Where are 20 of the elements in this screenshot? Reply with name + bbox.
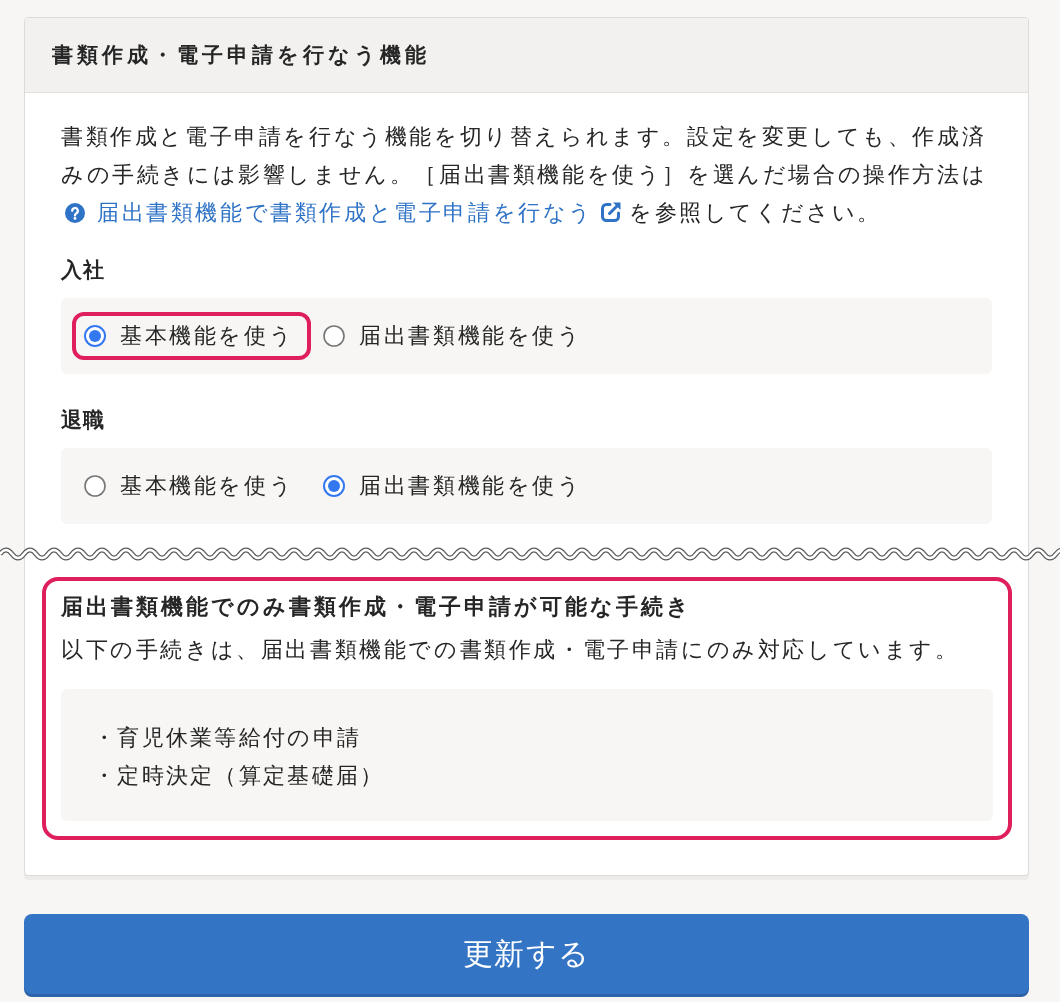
help-icon [65, 203, 85, 223]
section-title: 書類作成・電子申請を行なう機能 [52, 42, 430, 69]
radio-icon[interactable] [84, 325, 106, 347]
description-text: 書類作成と電子申請を行なう機能を切り替えられます。設定を変更しても、作成済みの手続きには影響しません。［届出書類機能を使う］を選んだ場合の操作方法は 届出書類機能で書類作成と電子申請を行なう を参照してください。 [61, 123, 989, 227]
procedure-item: ・育児休業等給付の申請 [93, 724, 363, 752]
radio-icon[interactable] [84, 475, 106, 497]
notice-title: 届出書類機能でのみ書類作成・電子申請が可能な手続き [61, 593, 693, 621]
procedure-item: ・定時決定（算定基礎届） [93, 762, 386, 790]
radio-icon[interactable] [323, 325, 346, 347]
external-link-icon [600, 201, 622, 223]
radio-option[interactable]: 届出書類機能を使う [323, 321, 583, 351]
notice-text: 以下の手続きは、届出書類機能での書類作成・電子申請にのみ対応しています。 [61, 636, 961, 664]
setting-label: 退職 [61, 407, 106, 434]
setting-label: 入社 [61, 257, 106, 284]
radio-option[interactable]: 基本機能を使う [84, 321, 295, 351]
radio-option[interactable]: 基本機能を使う [84, 471, 295, 501]
radio-option[interactable]: 届出書類機能を使う [323, 471, 583, 501]
update-button[interactable]: 更新する [24, 914, 1029, 994]
help-link[interactable]: 届出書類機能で書類作成と電子申請を行なう [61, 200, 629, 225]
radio-icon[interactable] [323, 475, 346, 497]
